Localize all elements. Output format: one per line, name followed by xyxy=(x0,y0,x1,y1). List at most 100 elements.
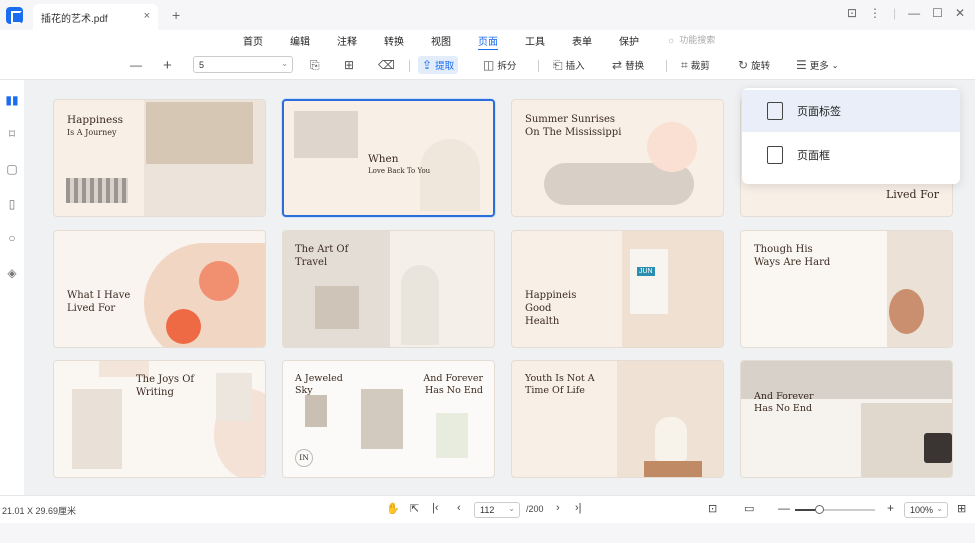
zoom-out-button[interactable]: — xyxy=(130,56,142,74)
page-number-input[interactable]: 112 ⌄ xyxy=(474,502,520,518)
page-thumbnail[interactable]: The Art Of Travel xyxy=(282,230,495,348)
page-title: Though His Ways Are Hard xyxy=(754,244,831,268)
last-page-icon[interactable]: ›| xyxy=(575,502,582,514)
maximize-button[interactable]: ☐ xyxy=(932,6,943,20)
menu-page[interactable]: 页面 xyxy=(478,33,498,50)
status-bar: 21.01 X 29.69厘米 ✋ ⇱ |‹ ‹ 112 ⌄ /200 › ›|… xyxy=(0,495,975,523)
arch-shape xyxy=(401,265,439,345)
page-title: A Jeweled Sky xyxy=(295,373,343,397)
page-thumbnail[interactable]: And Forever Has No End xyxy=(740,360,953,478)
page-thumbnail[interactable]: The Joys Of Writing xyxy=(53,360,266,478)
tab-close-icon[interactable]: × xyxy=(144,10,150,22)
insert-before-button[interactable]: ⎘ xyxy=(310,56,320,74)
zoom-out-icon[interactable]: — xyxy=(778,501,790,515)
chevron-down-icon: ⌄ xyxy=(281,59,288,68)
fit-page-icon[interactable]: ⊡ xyxy=(708,502,717,515)
feature-search[interactable]: ☼ 功能搜索 xyxy=(667,33,715,46)
hand-tool-icon[interactable]: ✋ xyxy=(386,502,400,515)
layers-icon[interactable]: ◈ xyxy=(5,266,19,280)
chevron-down-icon: ⌄ xyxy=(936,504,943,513)
page-thumbnail[interactable]: A Jeweled Sky And Forever Has No End IN xyxy=(282,360,495,478)
page-title: The Joys Of Writing xyxy=(136,374,195,398)
photo-block xyxy=(294,111,358,158)
insert-after-button[interactable]: ⊞ xyxy=(344,56,354,74)
page-badge: IN xyxy=(295,449,313,467)
menu-item-page-box[interactable]: 页面框 xyxy=(742,134,960,176)
next-page-icon[interactable]: › xyxy=(556,502,560,514)
tab-title: 插花的艺术.pdf xyxy=(41,13,108,25)
menu-comment[interactable]: 注释 xyxy=(337,33,357,48)
replace-icon: ⇄ xyxy=(612,58,623,72)
insert-button[interactable]: ⎗ 插入 xyxy=(553,56,585,74)
attachment-icon[interactable]: ▯ xyxy=(5,197,19,211)
left-sidebar: ▮▮ ⌑ ▢ ▯ ○ ◈ xyxy=(0,80,24,495)
comment-icon[interactable]: ▢ xyxy=(5,162,19,176)
zoom-slider[interactable] xyxy=(795,505,875,514)
close-window-button[interactable]: ✕ xyxy=(955,6,965,20)
more-label: 更多 xyxy=(809,61,829,72)
page-thumbnail[interactable]: JUN Happineis Good Health xyxy=(511,230,724,348)
zoom-slider-handle[interactable] xyxy=(815,505,824,514)
split-icon: ◫ xyxy=(483,58,495,72)
page-title: And Forever Has No End xyxy=(423,373,483,397)
kebab-menu-icon[interactable]: ⋮ xyxy=(869,6,881,20)
page-thumbnail[interactable]: Happiness Is A Journey xyxy=(53,99,266,217)
window-controls: ⊡ ⋮ | — ☐ ✕ xyxy=(847,6,965,20)
page-thumbnail[interactable]: Though His Ways Are Hard xyxy=(740,230,953,348)
prev-page-icon[interactable]: ‹ xyxy=(457,502,461,514)
insert-label: 插入 xyxy=(565,61,585,72)
page-thumbnail[interactable]: Summer Sunrises On The Mississippi xyxy=(511,99,724,217)
split-button[interactable]: ◫ 拆分 xyxy=(483,56,516,74)
page-title: The Art Of Travel xyxy=(295,244,349,268)
menu-tools[interactable]: 工具 xyxy=(525,33,545,48)
divider xyxy=(409,60,410,72)
photo-block xyxy=(146,102,253,164)
calendar-image xyxy=(630,249,668,314)
page-select[interactable]: 5 ⌄ xyxy=(193,56,293,73)
page-toolbar: — + 5 ⌄ ⎘ ⊞ ⌫ ⇪ 提取 ◫ 拆分 ⎗ 插入 ⇄ 替换 ⌗ 裁剪 ↻ 旋转 ☰ 更… xyxy=(0,50,975,80)
crop-button[interactable]: ⌗ 裁剪 xyxy=(681,56,710,74)
new-tab-button[interactable]: + xyxy=(172,7,180,23)
menu-item-page-labels[interactable]: 页面标签 xyxy=(742,90,960,132)
fullscreen-icon[interactable]: ⊞ xyxy=(957,502,966,515)
search-icon[interactable]: ○ xyxy=(5,231,19,245)
menu-edit[interactable]: 编辑 xyxy=(290,33,310,48)
zoom-in-icon[interactable]: + xyxy=(887,501,894,515)
page-display-icon[interactable]: ▭ xyxy=(744,502,754,515)
zoom-select[interactable]: 100% ⌄ xyxy=(904,502,948,518)
more-button[interactable]: ☰ 更多 ⌄ xyxy=(796,56,838,74)
menu-form[interactable]: 表单 xyxy=(572,33,592,48)
photo-block xyxy=(216,373,252,421)
vase-shape xyxy=(655,417,687,461)
extract-button[interactable]: ⇪ 提取 xyxy=(418,56,459,74)
menu-home[interactable]: 首页 xyxy=(243,33,263,48)
thumbnails-icon[interactable]: ▮▮ xyxy=(5,93,19,107)
page-title: Summer Sunrises On The Mississippi xyxy=(525,114,622,138)
zoom-in-button[interactable]: + xyxy=(163,56,172,74)
bookmark-icon[interactable]: ⌑ xyxy=(5,127,19,141)
menu-view[interactable]: 视图 xyxy=(431,33,451,48)
menu-protect[interactable]: 保护 xyxy=(619,33,639,48)
replace-button[interactable]: ⇄ 替换 xyxy=(612,56,644,74)
page-thumbnail[interactable]: Youth Is Not A Time Of Life xyxy=(511,360,724,478)
page-subtitle: Love Back To You xyxy=(368,167,431,175)
photo-block xyxy=(361,389,403,449)
chevron-down-icon: ⌄ xyxy=(508,504,515,513)
feature-search-label: 功能搜索 xyxy=(679,35,716,45)
delete-page-button[interactable]: ⌫ xyxy=(378,56,395,74)
divider xyxy=(666,60,667,72)
first-page-icon[interactable]: |‹ xyxy=(432,502,439,514)
rotate-button[interactable]: ↻ 旋转 xyxy=(738,56,770,74)
menu-convert[interactable]: 转换 xyxy=(384,33,404,48)
minus-icon: — xyxy=(130,58,142,72)
notification-icon[interactable]: ⊡ xyxy=(847,6,857,20)
window-bottom-strip xyxy=(0,523,975,543)
page-thumbnail[interactable]: What I Have Lived For xyxy=(53,230,266,348)
calendar-label: JUN xyxy=(637,267,655,277)
flower-shape xyxy=(199,261,239,301)
page-thumbnail-selected[interactable]: When Love Back To You xyxy=(282,99,495,217)
select-tool-icon[interactable]: ⇱ xyxy=(410,502,419,515)
minimize-button[interactable]: — xyxy=(908,6,920,20)
page-title: When xyxy=(368,153,399,165)
document-tab[interactable]: 插花的艺术.pdf × xyxy=(33,4,158,30)
